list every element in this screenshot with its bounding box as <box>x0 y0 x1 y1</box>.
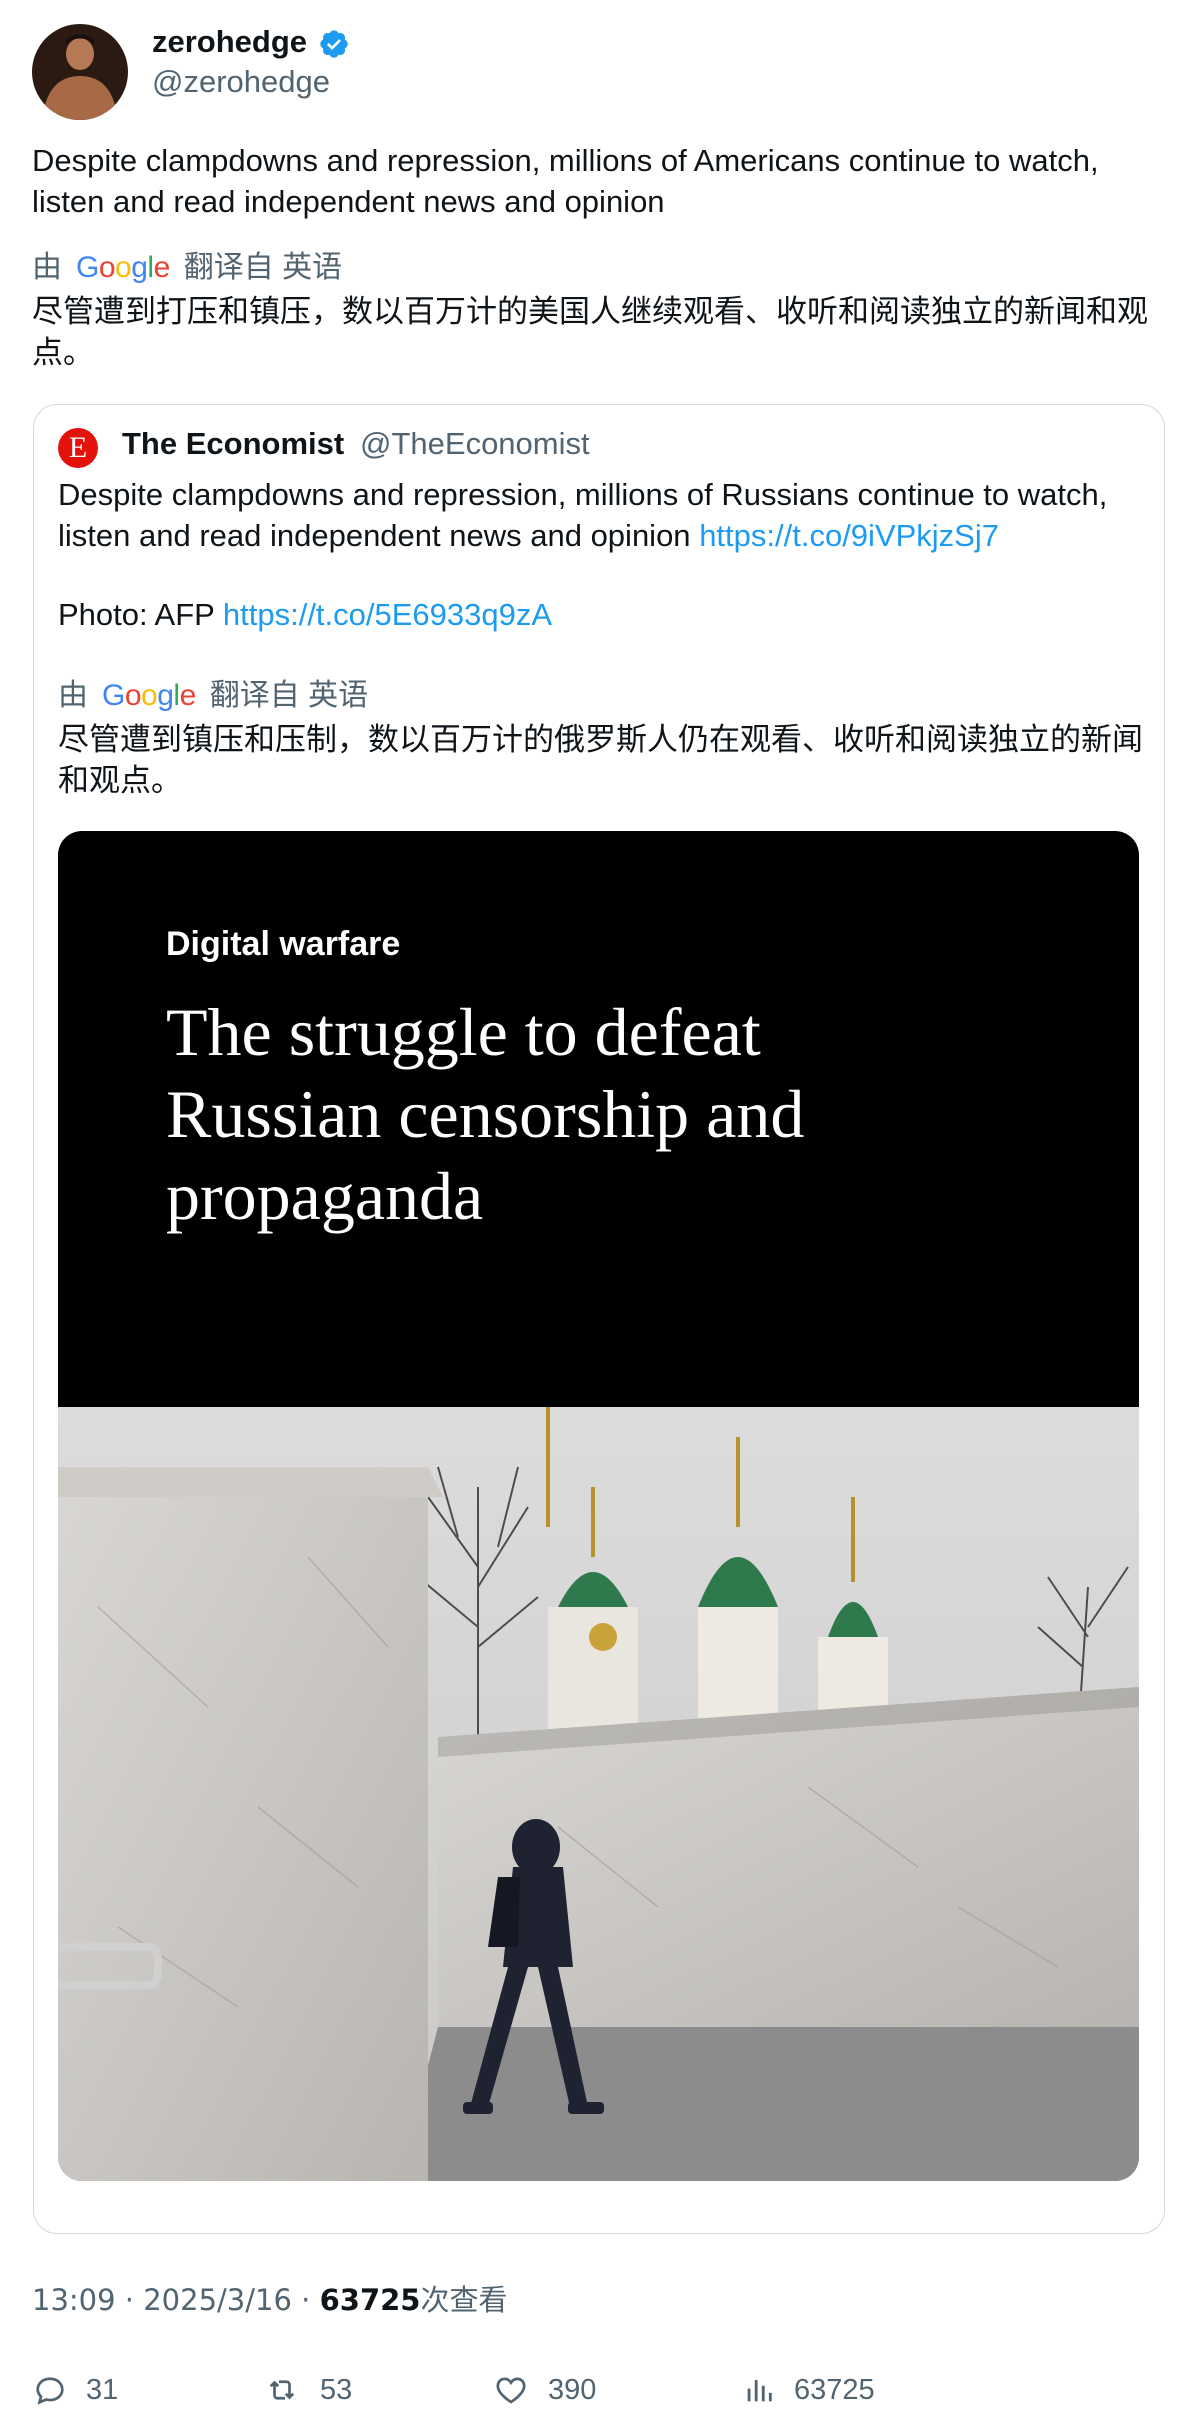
media-kicker: Digital warfare <box>166 925 401 963</box>
photo-credit-line: Photo: AFP https://t.co/5E6933q9zA <box>58 594 552 635</box>
views-button[interactable]: 63725 <box>742 2372 875 2408</box>
analytics-icon <box>747 2380 772 2402</box>
tweet-text: Despite clampdowns and repression, milli… <box>32 143 1099 219</box>
retweet-count: 53 <box>320 2374 353 2406</box>
like-count: 390 <box>548 2374 597 2406</box>
quoted-handle[interactable]: @TheEconomist <box>360 424 590 464</box>
quoted-link-2[interactable]: https://t.co/5E6933q9zA <box>223 597 552 632</box>
reply-icon <box>36 2377 64 2405</box>
view-count: 63725 <box>319 2283 421 2317</box>
translation-attribution[interactable]: 由 Google 翻译自 英语 <box>32 248 342 288</box>
retweet-icon <box>269 2380 295 2400</box>
verified-badge-icon <box>318 28 350 60</box>
translation-prefix: 由 <box>32 251 62 284</box>
author-handle[interactable]: @zerohedge <box>152 62 330 102</box>
retweet-button[interactable]: 53 <box>262 2372 352 2408</box>
translation-suffix: 翻译自 英语 <box>183 251 343 284</box>
reply-button[interactable]: 31 <box>32 2372 118 2408</box>
quoted-translation-attribution[interactable]: 由 Google 翻译自 英语 <box>58 676 368 716</box>
view-suffix: 次查看 <box>420 2283 508 2317</box>
reply-count: 31 <box>86 2374 119 2406</box>
media-headline: The struggle to defeat Russian censorshi… <box>166 994 805 1234</box>
time-date: 13:09 · 2025/3/16 · <box>32 2283 320 2317</box>
google-logo: Google <box>102 679 196 712</box>
economist-avatar[interactable]: E <box>58 428 98 468</box>
google-logo: Google <box>76 251 170 284</box>
author-avatar[interactable] <box>32 24 128 120</box>
quoted-display-name[interactable]: The Economist <box>122 424 344 464</box>
quoted-media-image[interactable]: Digital warfare The struggle to defeat R… <box>58 831 1139 2181</box>
media-photo <box>58 1407 1139 2181</box>
tweet-timestamp[interactable]: 13:09 · 2025/3/16 · 63725次查看 <box>32 2280 508 2320</box>
photo-credit-label: Photo: AFP <box>58 597 215 632</box>
quoted-link-1[interactable]: https://t.co/9iVPkjzSj7 <box>699 518 999 553</box>
like-button[interactable]: 390 <box>492 2372 596 2408</box>
quoted-text: Despite clampdowns and repression, milli… <box>58 474 1148 556</box>
author-display-name[interactable]: zerohedge <box>152 22 307 62</box>
views-count: 63725 <box>794 2374 875 2406</box>
translated-text: 尽管遭到打压和镇压，数以百万计的美国人继续观看、收听和阅读独立的新闻和观点。 <box>32 294 1148 371</box>
quoted-translated-text: 尽管遭到镇压和压制，数以百万计的俄罗斯人仍在观看、收听和阅读独立的新闻和观点。 <box>58 722 1143 799</box>
translation-prefix: 由 <box>58 679 88 712</box>
heart-icon <box>496 2377 526 2404</box>
translation-suffix: 翻译自 英语 <box>209 679 369 712</box>
